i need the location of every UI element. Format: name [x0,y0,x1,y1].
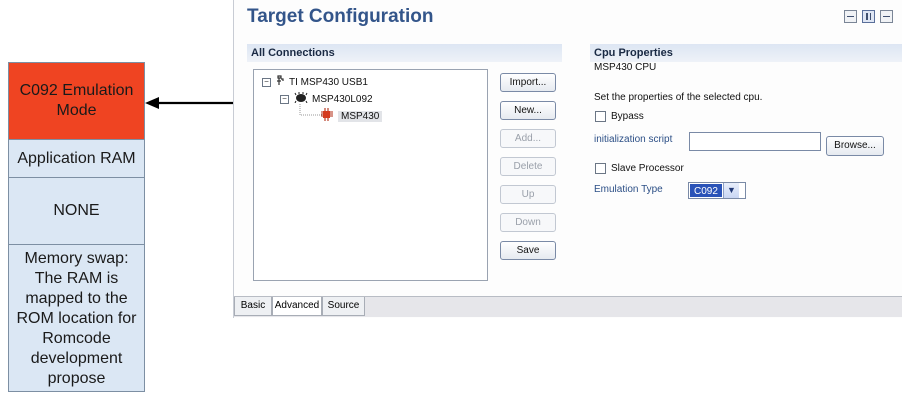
tree-label: MSP430 [338,110,383,122]
init-script-input[interactable] [689,132,821,151]
tab-source[interactable]: Source [322,297,365,316]
down-button[interactable]: Down [500,213,556,232]
slave-processor-label: Slave Processor [611,163,684,174]
bypass-checkbox[interactable] [595,111,606,122]
browse-button[interactable]: Browse... [826,136,884,156]
collapse-view-icon[interactable] [844,10,857,23]
save-button[interactable]: Save [500,241,556,260]
view-toggle-icons [844,10,893,23]
emulation-type-select[interactable]: C092 ▼ [688,182,746,199]
application-ram-box: Application RAM [8,140,145,178]
usb-probe-icon [276,75,285,89]
c092-emulation-mode-box: C092 Emulation Mode [8,62,145,140]
slave-processor-checkbox[interactable] [595,163,606,174]
connections-tree[interactable]: − TI MSP430 USB1 − MSP430L092 MSP430 [253,69,488,281]
up-button[interactable]: Up [500,185,556,204]
target-configuration-panel: Target Configuration All Connections − T… [233,0,902,318]
emulation-type-label: Emulation Type [594,184,663,195]
emulation-type-value: C092 [690,184,722,197]
import-button[interactable]: Import... [500,73,556,92]
editor-tab-bar: Basic Advanced Source [234,296,902,317]
add-button[interactable]: Add... [500,129,556,148]
cpu-description: Set the properties of the selected cpu. [594,92,763,103]
all-connections-header: All Connections [247,44,562,62]
collapse-icon[interactable]: − [280,94,289,104]
none-box: NONE [8,178,145,245]
bypass-label: Bypass [611,111,644,122]
tree-label: MSP430L092 [312,93,373,105]
tree-label: TI MSP430 USB1 [289,76,368,88]
cpu-properties-header: Cpu Properties [590,44,902,62]
delete-button[interactable]: Delete [500,157,556,176]
pointer-arrow [145,97,233,109]
row-layout-icon[interactable] [880,10,893,23]
cpu-icon [320,108,334,124]
emulation-mode-column: C092 Emulation Mode Application RAM NONE… [8,62,145,392]
tab-basic[interactable]: Basic [234,297,272,316]
tab-advanced[interactable]: Advanced [272,297,322,316]
panel-title: Target Configuration [247,6,434,27]
tree-item-cpu[interactable]: MSP430 [320,108,383,124]
tree-item-usb[interactable]: − TI MSP430 USB1 [262,75,368,89]
new-button[interactable]: New... [500,101,556,120]
init-script-label: initialization script [594,134,673,145]
chevron-down-icon[interactable]: ▼ [722,183,739,198]
memory-swap-note-box: Memory swap: The RAM is mapped to the RO… [8,245,145,392]
collapse-icon[interactable]: − [262,77,271,87]
column-layout-icon[interactable] [862,10,875,23]
cpu-name: MSP430 CPU [594,62,657,73]
